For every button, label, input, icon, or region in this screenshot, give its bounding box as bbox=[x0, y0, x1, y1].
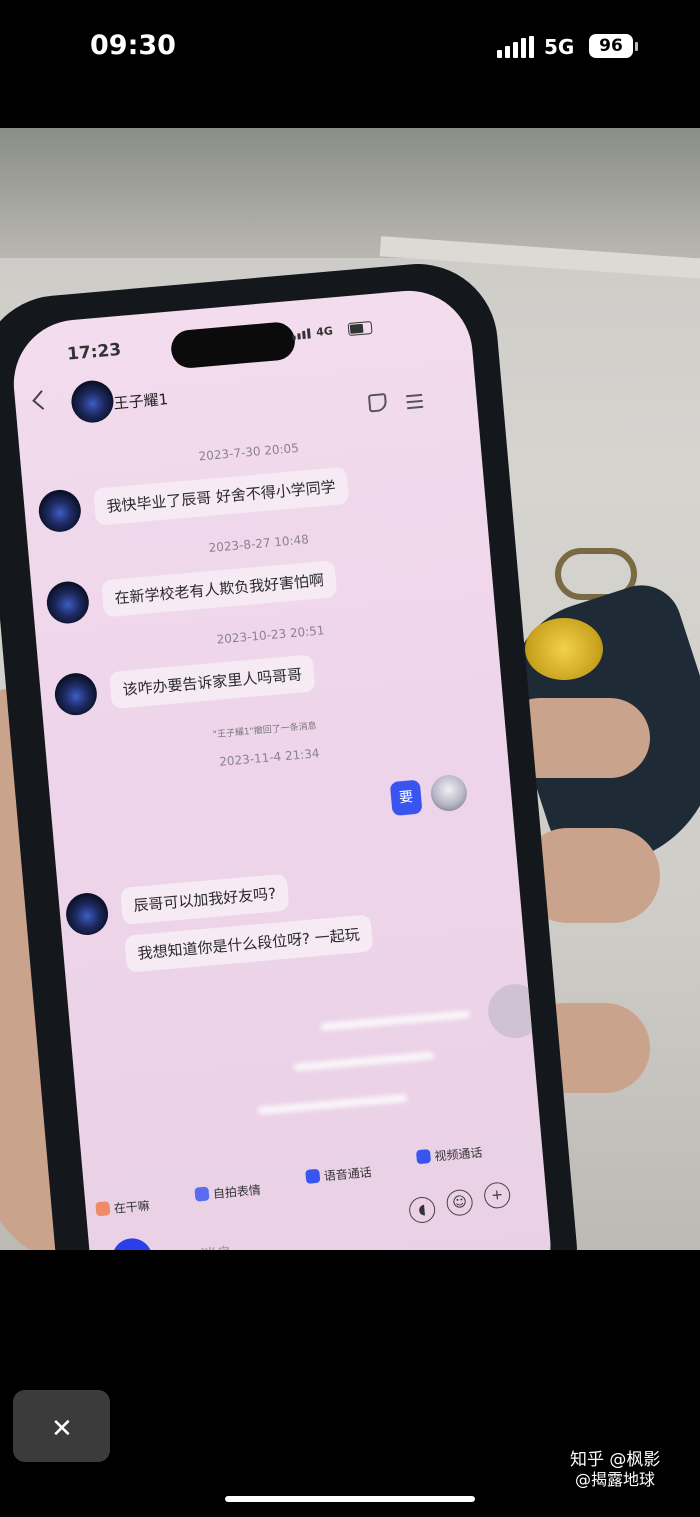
face-scan-icon bbox=[194, 1186, 210, 1202]
home-indicator[interactable] bbox=[225, 1496, 475, 1502]
phone-network-type: 4G bbox=[315, 324, 334, 339]
phone-signal-icon bbox=[292, 328, 313, 340]
screen-glare bbox=[293, 1051, 435, 1072]
signal-icon bbox=[497, 36, 535, 58]
message-avatar[interactable] bbox=[64, 891, 110, 937]
message-input[interactable]: 输入消息 bbox=[167, 1240, 233, 1250]
message-bubble[interactable]: 辰哥可以加我好友吗? bbox=[119, 873, 290, 925]
screen-glare bbox=[320, 1010, 471, 1032]
network-type: 5G bbox=[544, 35, 575, 59]
phone-status-time: 17:23 bbox=[66, 339, 123, 365]
quick-action-video-call[interactable]: 视频通话 bbox=[415, 1144, 483, 1167]
message-bubble[interactable]: 该咋办要告诉家里人吗哥哥 bbox=[109, 654, 316, 710]
timestamp: 2023-8-27 10:48 bbox=[208, 532, 310, 556]
phone-icon bbox=[305, 1168, 321, 1184]
photo-floor bbox=[0, 128, 700, 258]
back-icon[interactable] bbox=[32, 390, 52, 410]
recall-notice: "王子耀1"撤回了一条消息 bbox=[212, 721, 318, 741]
quick-action-voice-call[interactable]: 语音通话 bbox=[305, 1163, 372, 1186]
my-message-bubble[interactable]: 要 bbox=[389, 779, 423, 817]
watermark-weibo: @揭露地球 bbox=[575, 1470, 656, 1489]
close-icon: ✕ bbox=[51, 1414, 73, 1444]
message-bubble[interactable]: 我快毕业了辰哥 好舍不得小学同学 bbox=[93, 466, 350, 526]
message-bubble[interactable]: 我想知道你是什么段位呀? 一起玩 bbox=[124, 914, 374, 973]
phone-battery-icon bbox=[347, 320, 373, 337]
battery-tip bbox=[635, 42, 638, 51]
quick-action-chat[interactable]: 在干嘛 bbox=[95, 1197, 150, 1219]
timestamp: 2023-11-4 21:34 bbox=[218, 746, 321, 769]
video-icon bbox=[415, 1149, 432, 1165]
camera-icon[interactable] bbox=[110, 1236, 154, 1250]
car-key-badge bbox=[525, 618, 603, 680]
chat-screen: 17:23 4G 王子耀1 2023-7-30 20:05 我快毕业了辰哥 好舍… bbox=[8, 285, 556, 1250]
status-bar: 09:30 5G 96 bbox=[0, 0, 700, 96]
status-time: 09:30 bbox=[90, 30, 176, 61]
close-button[interactable]: ✕ bbox=[13, 1390, 110, 1462]
menu-icon[interactable] bbox=[406, 393, 424, 413]
timestamp: 2023-7-30 20:05 bbox=[198, 440, 300, 464]
timestamp: 2023-10-23 20:51 bbox=[216, 623, 326, 647]
message-bubble[interactable]: 在新学校老有人欺负我好害怕啊 bbox=[101, 560, 338, 618]
photo: 17:23 4G 王子耀1 2023-7-30 20:05 我快毕业了辰哥 好舍… bbox=[0, 128, 700, 1250]
screen-glare bbox=[257, 1093, 408, 1115]
message-avatar[interactable] bbox=[45, 579, 91, 626]
phone-call-icon[interactable] bbox=[367, 393, 388, 413]
plus-icon[interactable]: + bbox=[483, 1181, 512, 1210]
floating-assist-button[interactable] bbox=[485, 981, 545, 1041]
my-avatar[interactable] bbox=[429, 773, 469, 813]
message-avatar[interactable] bbox=[53, 671, 99, 717]
dynamic-island bbox=[169, 320, 297, 370]
quick-action-selfie-sticker[interactable]: 自拍表情 bbox=[194, 1181, 261, 1204]
contact-name: 王子耀1 bbox=[112, 390, 169, 413]
message-input-bar: 输入消息 bbox=[110, 1207, 494, 1250]
battery-icon: 96 bbox=[589, 34, 633, 58]
phone-frame: 17:23 4G 王子耀1 2023-7-30 20:05 我快毕业了辰哥 好舍… bbox=[0, 257, 584, 1250]
message-avatar[interactable] bbox=[37, 488, 83, 534]
flower-icon bbox=[95, 1201, 111, 1217]
contact-avatar[interactable] bbox=[69, 378, 116, 425]
